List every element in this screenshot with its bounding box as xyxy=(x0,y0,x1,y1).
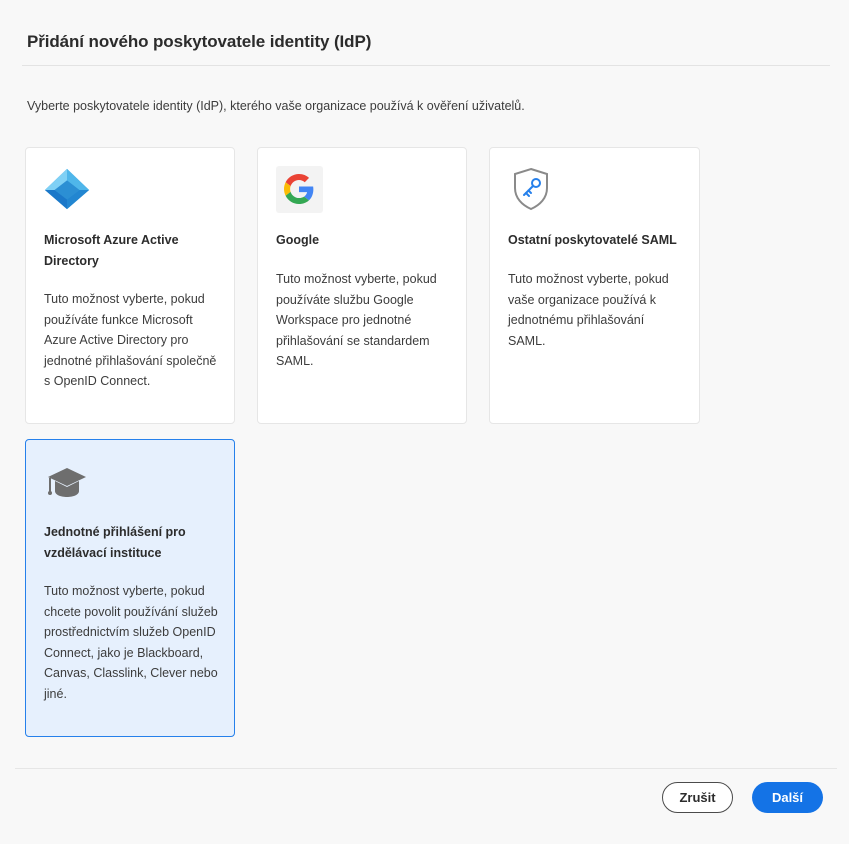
provider-card-education[interactable]: Jednotné přihlášení pro vzdělávací insti… xyxy=(25,439,235,737)
dialog-title: Přidání nového poskytovatele identity (I… xyxy=(27,32,372,51)
provider-name: Jednotné přihlášení pro vzdělávací insti… xyxy=(44,525,186,560)
provider-description: Tuto možnost vyberte, pokud používáte sl… xyxy=(276,272,437,369)
cancel-button[interactable]: Zrušit xyxy=(662,782,733,813)
next-button[interactable]: Další xyxy=(752,782,823,813)
provider-card-saml[interactable]: Ostatní poskytovatelé SAML Tuto možnost … xyxy=(489,147,700,424)
azure-icon xyxy=(43,165,91,213)
provider-name: Ostatní poskytovatelé SAML xyxy=(508,233,677,247)
footer-divider xyxy=(15,768,837,769)
header-divider xyxy=(22,65,830,66)
google-icon xyxy=(275,165,323,213)
provider-name: Google xyxy=(276,233,320,247)
provider-name: Microsoft Azure Active Directory xyxy=(44,233,179,268)
shield-key-icon xyxy=(507,165,555,213)
add-idp-dialog: Přidání nového poskytovatele identity (I… xyxy=(0,0,849,844)
graduation-cap-icon xyxy=(43,460,91,508)
dialog-intro: Vyberte poskytovatele identity (IdP), kt… xyxy=(27,99,525,113)
provider-description: Tuto možnost vyberte, pokud chcete povol… xyxy=(44,584,218,701)
provider-description: Tuto možnost vyberte, pokud používáte fu… xyxy=(44,292,217,389)
provider-card-google[interactable]: Google Tuto možnost vyberte, pokud použí… xyxy=(257,147,467,424)
provider-card-azure[interactable]: Microsoft Azure Active Directory Tuto mo… xyxy=(25,147,235,424)
provider-description: Tuto možnost vyberte, pokud vaše organiz… xyxy=(508,272,669,348)
